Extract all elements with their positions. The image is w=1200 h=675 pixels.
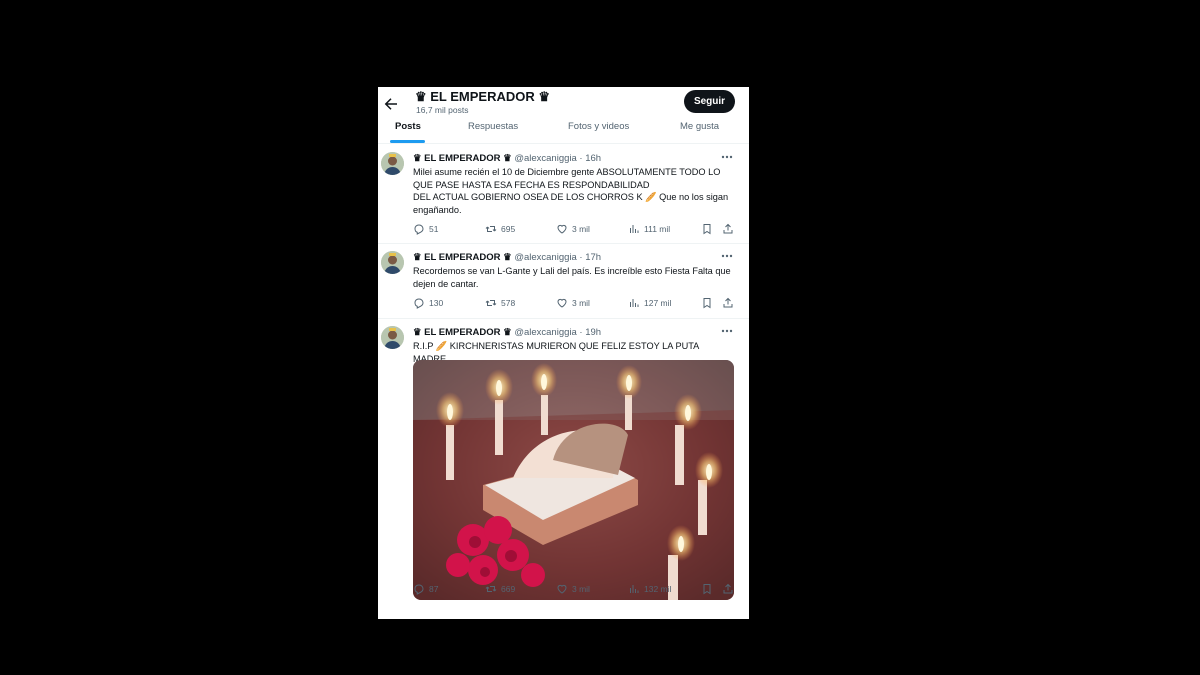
repost-icon (485, 586, 497, 592)
reply-count: 87 (429, 584, 439, 594)
tweet-header: ♛ EL EMPERADOR ♛ @alexcaniggia · 17h (413, 252, 601, 263)
views-button[interactable]: 111 mil (628, 222, 670, 236)
tweet-handle-time[interactable]: @alexcaniggia · 16h (514, 153, 601, 164)
tweet-header: ♛ EL EMPERADOR ♛ @alexcaniggia · 16h (413, 153, 601, 164)
tweet-header: ♛ EL EMPERADOR ♛ @alexcaniggia · 19h (413, 327, 601, 338)
repost-count: 695 (501, 224, 516, 234)
reply-icon (414, 224, 424, 235)
repost-button[interactable]: 695 (485, 222, 515, 236)
like-count: 3 mil (572, 584, 590, 594)
tweet-author[interactable]: ♛ EL EMPERADOR ♛ (413, 252, 512, 263)
views-count: 132 mil (644, 584, 672, 594)
repost-count: 578 (501, 298, 516, 308)
tweet-handle-time[interactable]: @alexcaniggia · 17h (514, 252, 601, 263)
share-icon[interactable] (722, 583, 734, 595)
profile-header: ♛ EL EMPERADOR ♛ 16,7 mil posts Seguir (378, 87, 749, 121)
reply-icon (414, 584, 424, 595)
like-button[interactable]: 3 mil (556, 296, 590, 310)
profile-tabs: Posts Respuestas Fotos y videos Me gusta (378, 121, 749, 144)
reply-count: 130 (429, 298, 444, 308)
more-horizontal-icon[interactable] (720, 326, 734, 336)
views-count: 127 mil (644, 298, 672, 308)
tab-fotos-y-videos[interactable]: Fotos y videos (568, 121, 629, 143)
more-horizontal-icon[interactable] (720, 251, 734, 261)
post-count: 16,7 mil posts (416, 105, 469, 115)
candles-photo (413, 360, 734, 600)
reply-count: 51 (429, 224, 439, 234)
reply-icon (414, 298, 424, 309)
like-button[interactable]: 3 mil (556, 582, 590, 596)
tweet[interactable]: ♛ EL EMPERADOR ♛ @alexcaniggia · 17h Rec… (378, 243, 749, 319)
views-button[interactable]: 127 mil (628, 296, 671, 310)
tweet-text: Milei asume recién el 10 de Diciembre ge… (413, 167, 729, 215)
like-count: 3 mil (572, 224, 590, 234)
repost-count: 669 (501, 584, 516, 594)
bookmark-icon[interactable] (701, 297, 713, 309)
tweet-actions: 51 695 3 mil 111 mil (413, 222, 743, 236)
avatar[interactable] (381, 152, 404, 175)
heart-icon (557, 584, 567, 594)
follow-button[interactable]: Seguir (684, 90, 735, 113)
tweet[interactable]: ♛ EL EMPERADOR ♛ @alexcaniggia · 19h R.I… (378, 318, 749, 619)
profile-panel: ♛ EL EMPERADOR ♛ 16,7 mil posts Seguir P… (378, 87, 749, 619)
views-button[interactable]: 132 mil (628, 582, 671, 596)
active-tab-indicator (390, 140, 425, 143)
tweet-handle-time[interactable]: @alexcaniggia · 19h (514, 327, 601, 338)
tweet-photo[interactable] (413, 360, 734, 600)
avatar[interactable] (381, 326, 404, 349)
like-count: 3 mil (572, 298, 590, 308)
share-icon[interactable] (722, 223, 734, 235)
repost-button[interactable]: 578 (485, 296, 515, 310)
share-icon[interactable] (722, 297, 734, 309)
repost-button[interactable]: 669 (485, 582, 515, 596)
reply-button[interactable]: 51 (413, 222, 438, 236)
reply-button[interactable]: 130 (413, 296, 443, 310)
profile-name: ♛ EL EMPERADOR ♛ (415, 89, 551, 104)
more-horizontal-icon[interactable] (720, 152, 734, 162)
tweet-actions: 87 669 3 mil 132 mil (413, 582, 743, 596)
tab-me-gusta[interactable]: Me gusta (680, 121, 719, 143)
tweet[interactable]: ♛ EL EMPERADOR ♛ @alexcaniggia · 16h Mil… (378, 144, 749, 244)
arrow-left-icon[interactable] (382, 95, 400, 113)
repost-icon (485, 300, 497, 306)
tweet-actions: 130 578 3 mil 127 mil (413, 296, 743, 310)
reply-button[interactable]: 87 (413, 582, 438, 596)
repost-icon (485, 226, 497, 232)
avatar[interactable] (381, 251, 404, 274)
bookmark-icon[interactable] (701, 583, 713, 595)
bookmark-icon[interactable] (701, 223, 713, 235)
tab-respuestas[interactable]: Respuestas (468, 121, 518, 143)
tweet-author[interactable]: ♛ EL EMPERADOR ♛ (413, 327, 512, 338)
tweet-text: Recordemos se van L-Gante y Lali del paí… (413, 266, 731, 289)
views-chart-icon (630, 225, 639, 233)
heart-icon (557, 224, 567, 234)
tweet-author[interactable]: ♛ EL EMPERADOR ♛ (413, 153, 512, 164)
like-button[interactable]: 3 mil (556, 222, 590, 236)
heart-icon (557, 298, 567, 308)
views-chart-icon (630, 299, 639, 307)
views-chart-icon (630, 585, 639, 593)
views-count: 111 mil (644, 224, 671, 234)
